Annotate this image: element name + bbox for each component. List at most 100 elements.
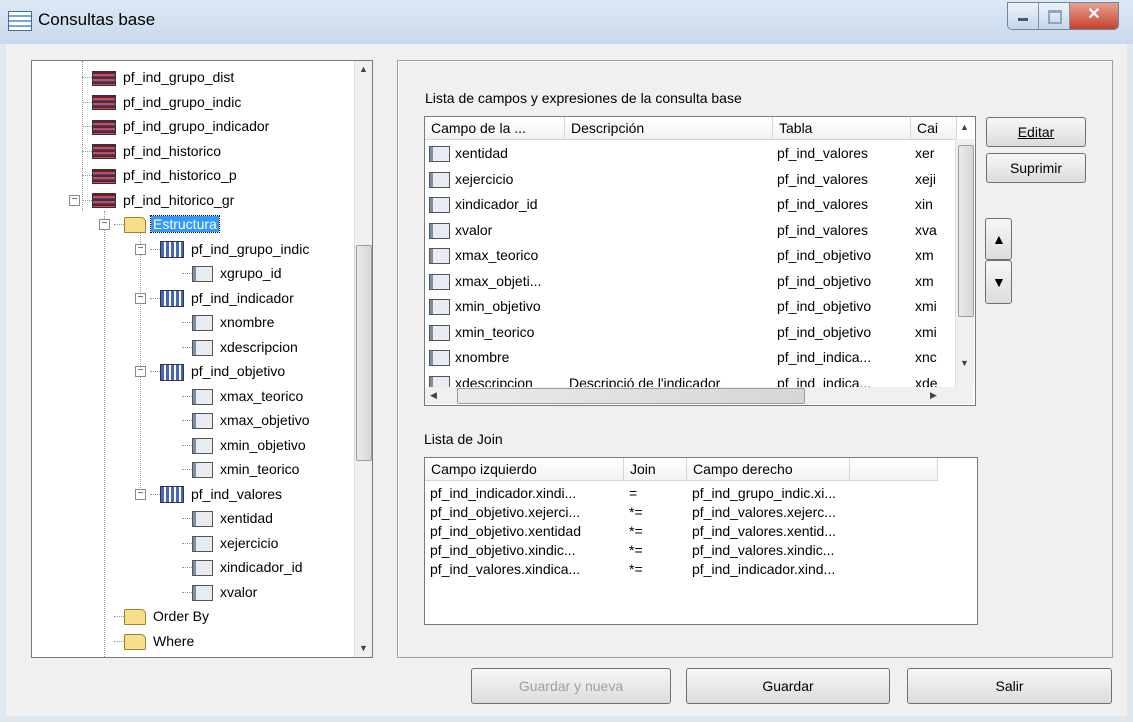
field-cell: xnc <box>911 345 955 370</box>
fields-hscroll-thumb[interactable] <box>457 388 805 404</box>
fields-hscrollbar[interactable]: ◀ ▶ <box>425 387 973 404</box>
field-icon <box>429 222 450 239</box>
move-down-button[interactable]: ▼ <box>985 260 1012 304</box>
field-row[interactable]: xentidad pf_ind_valores xer <box>425 141 955 166</box>
join-cell: pf_ind_objetivo.xejerci... <box>430 504 581 520</box>
tree-item-label: pf_ind_grupo_indic <box>123 93 242 110</box>
field-row[interactable]: xmax_objeti... pf_ind_objetivo xm <box>425 269 955 294</box>
tree-item-label: pf_ind_objetivo <box>191 363 286 379</box>
move-up-button[interactable]: ▲ <box>985 218 1012 260</box>
tree-item[interactable]: xvalor <box>192 581 259 603</box>
tree-item[interactable]: xmin_teorico <box>192 458 301 480</box>
scroll-up-icon[interactable]: ▲ <box>956 119 973 136</box>
arrow-down-icon: ▼ <box>992 274 1006 290</box>
save-button[interactable]: Guardar <box>686 668 890 704</box>
join-row[interactable]: pf_ind_objetivo.xentidad *= pf_ind_valores… <box>425 522 850 541</box>
field-cell-text: pf_ind_valores <box>777 221 869 238</box>
tree-item[interactable]: xmin_objetivo <box>192 434 308 456</box>
field-cell: xentidad <box>425 141 565 166</box>
collapse-icon[interactable]: − <box>99 219 110 230</box>
tree-item[interactable]: pf_ind_grupo_indicador <box>92 115 271 137</box>
scroll-down-icon[interactable]: ▼ <box>956 355 973 372</box>
tree-item[interactable]: pf_ind_indicador <box>160 287 296 309</box>
tree-item[interactable]: pf_ind_valores <box>160 483 284 505</box>
field-row[interactable]: xmin_teorico pf_ind_objetivo xmi <box>425 320 955 345</box>
tree-item[interactable]: xindicador_id <box>192 556 305 578</box>
tree-item[interactable]: pf_ind_grupo_indic <box>160 238 311 260</box>
field-icon <box>429 273 450 290</box>
column-header[interactable]: Campo derecho <box>687 458 850 480</box>
field-row[interactable]: xindicador_id pf_ind_valores xin <box>425 192 955 217</box>
tree-item[interactable]: xejercicio <box>192 532 280 554</box>
scroll-down-icon[interactable]: ▼ <box>355 640 372 657</box>
tree-item[interactable]: Order By <box>124 605 211 627</box>
field-cell-text: pf_ind_valores <box>777 196 869 212</box>
tree-item[interactable]: xmax_teorico <box>192 385 305 407</box>
tree-item[interactable]: pf_ind_grupo_dist <box>92 66 236 88</box>
field-row[interactable]: xvalor pf_ind_valores xva <box>425 218 955 243</box>
tree-item[interactable]: xentidad <box>192 507 275 529</box>
column-header[interactable]: Tabla <box>773 117 911 139</box>
close-icon[interactable]: ✕ <box>1070 3 1118 29</box>
tree-item[interactable]: xmax_objetivo <box>192 409 312 431</box>
scroll-left-icon[interactable]: ◀ <box>425 387 442 404</box>
fields-list-label: Lista de campos y expresiones de la cons… <box>425 90 742 106</box>
tree-item[interactable]: pf_ind_grupo_indic <box>92 91 243 113</box>
collapse-icon[interactable]: − <box>69 194 80 206</box>
tree-item[interactable]: pf_ind_historico <box>92 140 223 162</box>
fields-list[interactable]: Campo de la ... Descripción Tabla Cai xe… <box>424 116 976 406</box>
fields-scroll-thumb[interactable] <box>958 145 974 317</box>
field-row[interactable]: xmax_teorico pf_ind_objetivo xm <box>425 243 955 268</box>
edit-button[interactable]: Editar <box>986 117 1086 147</box>
collapse-icon[interactable]: − <box>135 366 146 377</box>
column-header[interactable]: Campo izquierdo <box>425 458 624 480</box>
app-table-icon <box>8 11 32 31</box>
tree-item[interactable]: Estructura <box>124 213 220 235</box>
tree-scroll-thumb[interactable] <box>356 245 372 461</box>
field-row[interactable]: xnombre pf_ind_indica... xnc <box>425 345 955 370</box>
field-row[interactable]: xmin_objetivo pf_ind_objetivo xmi <box>425 294 955 319</box>
field-cell: xin <box>911 192 955 217</box>
scroll-up-icon[interactable]: ▲ <box>355 61 372 78</box>
field-icon <box>429 350 450 367</box>
collapse-icon[interactable]: − <box>135 488 146 500</box>
field-cell <box>565 141 773 166</box>
field-row[interactable]: xejercicio pf_ind_valores xeji <box>425 167 955 192</box>
join-row[interactable]: pf_ind_valores.xindica... *= pf_ind_indica… <box>425 560 850 579</box>
field-icon <box>192 437 213 454</box>
collapse-icon[interactable]: − <box>135 292 146 304</box>
structure-tree[interactable]: pf_ind_grupo_dist pf_ind_grupo_indic pf_in… <box>31 60 373 658</box>
field-cell-text: xmi <box>915 323 937 340</box>
tree-item-label: pf_ind_grupo_indicador <box>123 118 270 134</box>
tree-item[interactable]: pf_ind_historico_p <box>92 164 239 186</box>
join-row[interactable]: pf_ind_indicador.xindi... = pf_ind_grupo_i… <box>425 484 850 503</box>
tree-item[interactable]: xnombre <box>192 311 276 333</box>
fields-vscrollbar[interactable]: ▲ ▼ <box>955 122 974 387</box>
tree-item[interactable]: Where <box>124 630 196 652</box>
tree-item-label: pf_ind_valores <box>191 485 283 502</box>
collapse-icon[interactable]: − <box>135 243 146 255</box>
join-cell: pf_ind_objetivo.xindic... <box>430 542 576 558</box>
tree-item[interactable]: xgrupo_id <box>192 262 284 284</box>
join-row[interactable]: pf_ind_objetivo.xejerci... *= pf_ind_valor… <box>425 503 850 522</box>
join-row[interactable]: pf_ind_objetivo.xindic... *= pf_ind_valore… <box>425 541 850 560</box>
maximize-icon[interactable] <box>1039 3 1070 29</box>
join-list[interactable]: Campo izquierdo Join Campo derecho pf_in… <box>424 457 978 625</box>
scroll-right-icon[interactable]: ▶ <box>925 387 942 404</box>
fields-list-header: Campo de la ... Descripción Tabla Cai <box>425 117 957 140</box>
delete-button[interactable]: Suprimir <box>986 153 1086 183</box>
column-header[interactable]: Join <box>624 458 687 480</box>
field-cell: xindicador_id <box>425 192 565 217</box>
tree-item[interactable]: xdescripcion <box>192 336 300 358</box>
save-and-new-button[interactable]: Guardar y nueva <box>471 668 671 704</box>
minimize-icon[interactable] <box>1008 3 1039 29</box>
tree-scrollbar[interactable]: ▲ ▼ <box>354 61 372 657</box>
tree-item[interactable]: pf_ind_hitorico_gr <box>92 189 236 211</box>
column-header[interactable]: Descripción <box>565 117 773 139</box>
column-header[interactable]: Campo de la ... <box>425 117 565 139</box>
exit-button[interactable]: Salir <box>907 668 1112 704</box>
tree-item[interactable]: pf_ind_objetivo <box>160 360 287 382</box>
field-cell: xer <box>911 141 955 166</box>
column-header[interactable]: Cai <box>911 117 957 139</box>
field-cell: xejercicio <box>425 167 565 192</box>
